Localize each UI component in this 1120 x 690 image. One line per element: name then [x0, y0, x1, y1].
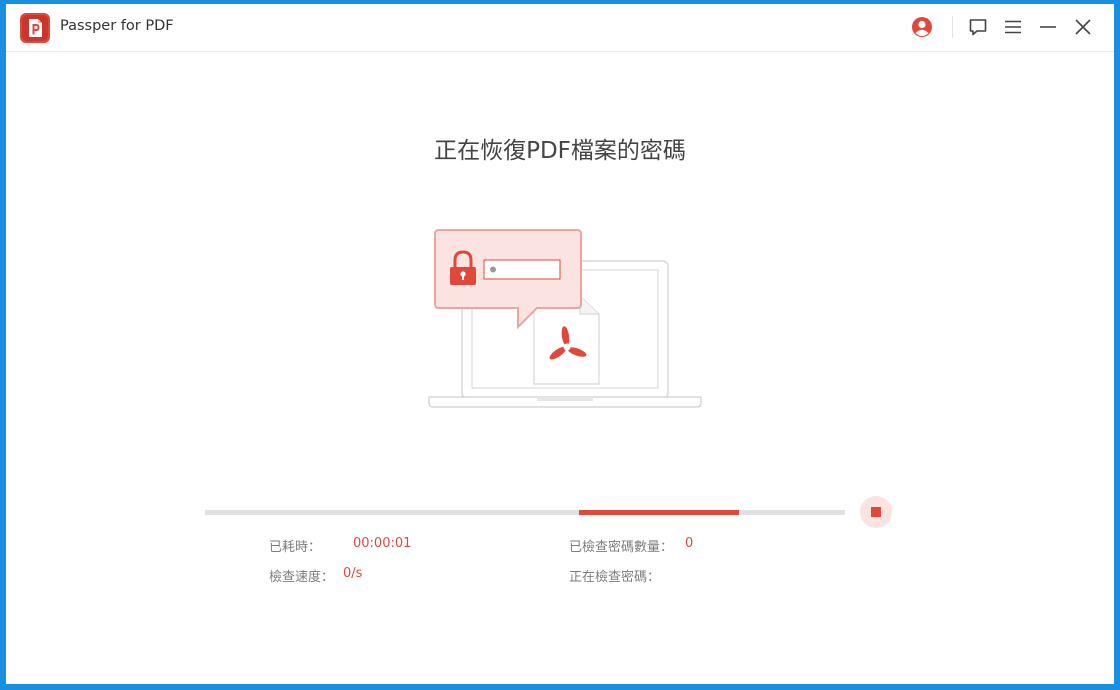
stop-button[interactable]: [860, 496, 892, 528]
close-icon: [1075, 19, 1091, 35]
checked-count-value: 0: [685, 536, 694, 551]
recovery-illustration: [428, 229, 702, 408]
page-title: 正在恢復PDF檔案的密碼: [434, 138, 686, 164]
app-window: Passper for PDF 正在恢復PDF檔案的密碼 已耗時： 00:00:…: [6, 4, 1114, 684]
stop-icon: [871, 507, 881, 517]
speed-label: 檢查速度：: [269, 570, 335, 585]
close-button[interactable]: [1071, 15, 1095, 39]
title-bar: Passper for PDF: [6, 4, 1114, 52]
progress-bar: [205, 510, 845, 515]
feedback-button[interactable]: [966, 15, 990, 39]
menu-icon: [1005, 20, 1021, 34]
minimize-button[interactable]: [1036, 15, 1060, 39]
desktop-frame: Passper for PDF 正在恢復PDF檔案的密碼 已耗時： 00:00:…: [0, 0, 1120, 690]
account-button[interactable]: [910, 15, 934, 39]
current-password-label: 正在檢查密碼：: [569, 570, 661, 585]
progress-fill: [578, 510, 739, 515]
minimize-icon: [1040, 26, 1056, 28]
titlebar-divider: [952, 16, 953, 38]
checked-count-label: 已檢查密碼數量：: [569, 540, 674, 555]
app-logo-icon: [20, 13, 50, 43]
feedback-icon: [969, 19, 987, 36]
elapsed-time-value: 00:00:01: [353, 536, 412, 551]
elapsed-time-label: 已耗時：: [269, 540, 322, 555]
speed-value: 0/s: [343, 566, 363, 581]
account-icon: [912, 17, 932, 37]
menu-button[interactable]: [1001, 15, 1025, 39]
app-title: Passper for PDF: [60, 18, 174, 34]
pdf-file-icon: [533, 295, 600, 385]
